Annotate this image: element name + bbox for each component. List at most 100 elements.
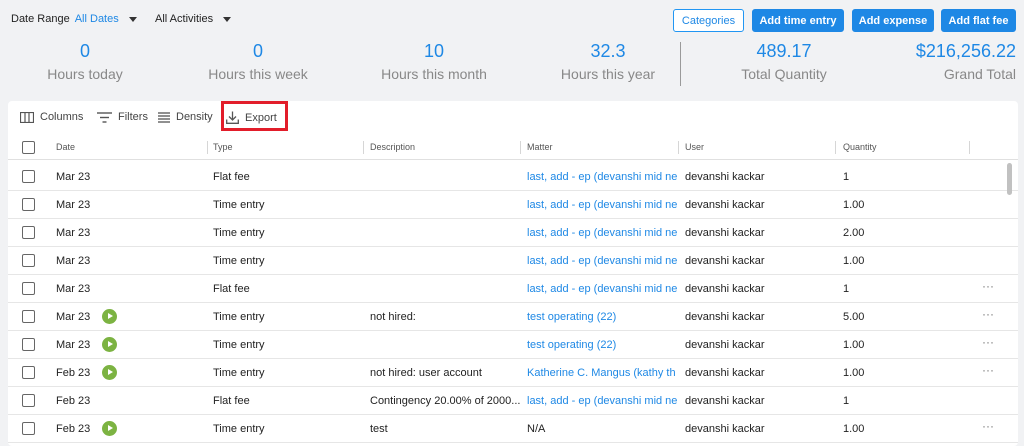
density-button[interactable]: Density [158,111,213,123]
table-row[interactable]: Mar 23 Time entry test operating (22) de… [8,331,1018,359]
table-row[interactable]: Mar 23 Time entry last, add - ep (devans… [8,247,1018,275]
table-row[interactable]: Mar 23 Time entry not hired: test operat… [8,303,1018,331]
cell-date: Mar 23 [56,311,91,323]
matter-link[interactable]: test operating (22) [527,339,679,351]
columns-icon [20,111,34,123]
activities-filter[interactable]: All Activities [155,13,232,25]
column-separator[interactable] [520,141,521,154]
table-row[interactable]: Mar 23 Time entry last, add - ep (devans… [8,191,1018,219]
row-more-icon[interactable]: ··· [982,279,994,293]
play-timer-icon[interactable] [102,365,117,380]
cell-type: Time entry [213,423,265,435]
matter-link[interactable]: last, add - ep (devanshi mid ne [527,199,679,211]
table-row[interactable]: Mar 23 Flat fee last, add - ep (devanshi… [8,163,1018,191]
row-checkbox[interactable] [22,394,35,407]
categories-button[interactable]: Categories [673,9,744,32]
export-highlight-box [221,101,288,131]
cell-date: Mar 23 [56,339,91,351]
matter-link[interactable]: test operating (22) [527,311,679,323]
stat-label: Hours this week [208,66,308,82]
cell-type: Time entry [213,367,265,379]
row-checkbox[interactable] [22,366,35,379]
play-timer-icon[interactable] [102,421,117,436]
stat-label: Grand Total [943,66,1016,82]
date-range-value[interactable]: All Dates [75,13,119,25]
cell-user: devanshi kackar [685,227,765,239]
header-matter[interactable]: Matter [527,142,553,152]
activities-label[interactable]: All Activities [155,13,213,25]
row-checkbox[interactable] [22,170,35,183]
cell-type: Flat fee [213,395,250,407]
vertical-scrollbar[interactable] [1007,163,1012,195]
cell-date: Mar 23 [56,227,91,239]
cell-user: devanshi kackar [685,367,765,379]
add-time-entry-button[interactable]: Add time entry [752,9,844,32]
stat-value: 32.3 [590,41,626,61]
chevron-down-icon[interactable] [223,16,232,22]
matter-link[interactable]: last, add - ep (devanshi mid ne [527,255,679,267]
row-checkbox[interactable] [22,422,35,435]
cell-quantity: 1.00 [843,367,865,379]
stat-label: Hours today [47,66,123,82]
table-row[interactable]: Feb 23 Flat fee Contingency 20.00% of 20… [8,387,1018,415]
date-range-label: Date Range [11,13,70,25]
select-all-checkbox[interactable] [22,141,35,154]
add-expense-button[interactable]: Add expense [852,9,934,32]
matter-link[interactable]: last, add - ep (devanshi mid ne [527,395,679,407]
stat-hours-week: 0 Hours this week [198,40,318,85]
header-date[interactable]: Date [56,142,75,152]
table-row[interactable]: Feb 23 Time entry not hired: user accoun… [8,359,1018,387]
row-checkbox[interactable] [22,282,35,295]
column-separator[interactable] [835,141,836,154]
stat-hours-year: 32.3 Hours this year [552,40,664,85]
play-timer-icon[interactable] [102,309,117,324]
stat-label: Hours this month [381,66,487,82]
header-description[interactable]: Description [370,142,415,152]
filter-icon [97,111,112,123]
chevron-down-icon[interactable] [128,16,137,22]
table-row[interactable]: Mar 23 Time entry last, add - ep (devans… [8,219,1018,247]
cell-description: not hired: user account [370,367,482,379]
row-more-icon[interactable]: ··· [982,419,994,433]
matter-link[interactable]: last, add - ep (devanshi mid ne [527,283,679,295]
header-user[interactable]: User [685,142,704,152]
matter-link[interactable]: last, add - ep (devanshi mid ne [527,171,679,183]
play-timer-icon[interactable] [102,337,117,352]
stat-hours-month: 10 Hours this month [370,40,498,85]
columns-button[interactable]: Columns [20,111,83,123]
stat-total-quantity: 489.17 Total Quantity [724,40,844,85]
add-flat-fee-button[interactable]: Add flat fee [941,9,1016,32]
row-more-icon[interactable]: ··· [982,335,994,349]
column-separator[interactable] [969,141,970,154]
cell-quantity: 2.00 [843,227,865,239]
date-range-filter[interactable]: Date Range All Dates [11,13,137,25]
stat-value: $216,256.22 [915,41,1016,61]
column-separator[interactable] [678,141,679,154]
cell-type: Time entry [213,311,265,323]
column-separator[interactable] [207,141,208,154]
stat-label: Hours this year [560,66,656,82]
cell-description: Contingency 20.00% of 2000... [370,395,521,407]
row-checkbox[interactable] [22,254,35,267]
header-type[interactable]: Type [213,142,233,152]
matter-link[interactable]: last, add - ep (devanshi mid ne [527,227,679,239]
stat-value: 10 [423,41,445,61]
table-row[interactable]: Mar 23 Flat fee last, add - ep (devanshi… [8,275,1018,303]
matter-link[interactable]: Katherine C. Mangus (kathy th [527,367,679,379]
row-checkbox[interactable] [22,198,35,211]
columns-label: Columns [40,111,84,123]
column-separator[interactable] [363,141,364,154]
row-checkbox[interactable] [22,310,35,323]
row-more-icon[interactable]: ··· [982,363,994,377]
density-label: Density [176,111,213,123]
stat-grand-total: $216,256.22 Grand Total [900,40,1016,85]
cell-date: Mar 23 [56,255,91,267]
header-quantity[interactable]: Quantity [843,142,877,152]
row-checkbox[interactable] [22,338,35,351]
stat-hours-today: 0 Hours today [30,40,140,85]
filters-button[interactable]: Filters [97,111,148,123]
row-checkbox[interactable] [22,226,35,239]
row-more-icon[interactable]: ··· [982,307,994,321]
table-row[interactable]: Feb 23 Time entry test N/A devanshi kack… [8,415,1018,443]
cell-description: test [370,423,388,435]
